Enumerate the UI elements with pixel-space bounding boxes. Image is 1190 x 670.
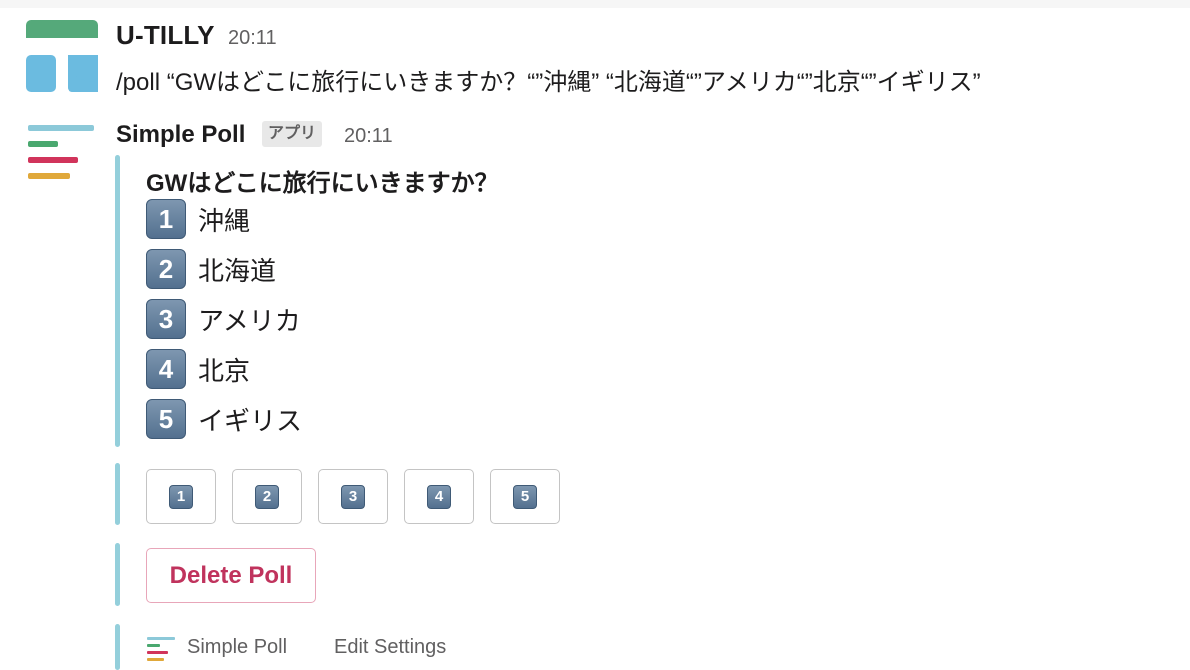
keycap-4-icon: 4 [427,484,451,509]
option-label: イギリス [198,405,303,436]
attachment-bar [115,155,120,447]
option-label: 北海道 [198,255,277,286]
vote-button-1[interactable]: 1 [146,469,216,524]
attachment-bar [115,543,120,606]
attachment-bar [115,463,120,525]
app-badge: アプリ [262,121,323,147]
vote-button-3[interactable]: 3 [318,469,388,524]
keycap-2-icon: 2 [146,249,186,289]
vote-button-2[interactable]: 2 [232,469,302,524]
poll-option: 3 アメリカ [146,299,301,339]
option-label: アメリカ [198,305,301,336]
vote-button-5[interactable]: 5 [490,469,560,524]
u-tilly-logo-icon[interactable] [26,20,98,92]
message-time[interactable]: 20:11 [228,27,277,50]
simple-poll-footer-icon [147,637,175,661]
keycap-5-icon: 5 [146,399,186,439]
keycap-1-icon: 1 [146,199,186,239]
keycap-4-icon: 4 [146,349,186,389]
keycap-2-icon: 2 [255,484,279,509]
message-time[interactable]: 20:11 [344,125,393,148]
poll-question: GWはどこに旅行にいきますか？ [146,170,499,197]
poll-option: 1 沖縄 [146,199,250,239]
top-band [0,0,1190,8]
keycap-5-icon: 5 [513,484,537,509]
sender-name[interactable]: U-TILLY [116,20,215,51]
footer-app-name: Simple Poll [187,636,288,658]
vote-button-4[interactable]: 4 [404,469,474,524]
keycap-3-icon: 3 [146,299,186,339]
edit-settings-link[interactable]: Edit Settings [334,636,446,659]
message-text: /poll “GWはどこに旅行にいきますか？“”沖縄” “北海道“”アメリカ“”… [116,69,981,96]
keycap-3-icon: 3 [341,484,365,509]
option-label: 沖縄 [198,205,251,236]
option-label: 北京 [198,355,251,386]
simple-poll-logo-icon[interactable] [28,125,94,183]
attachment-bar [115,624,120,670]
delete-poll-button[interactable]: Delete Poll [146,548,316,603]
poll-option: 4 北京 [146,349,250,389]
poll-option: 2 北海道 [146,249,276,289]
poll-option: 5 イギリス [146,399,302,439]
keycap-1-icon: 1 [169,484,193,509]
sender-name[interactable]: Simple Poll [116,121,245,149]
